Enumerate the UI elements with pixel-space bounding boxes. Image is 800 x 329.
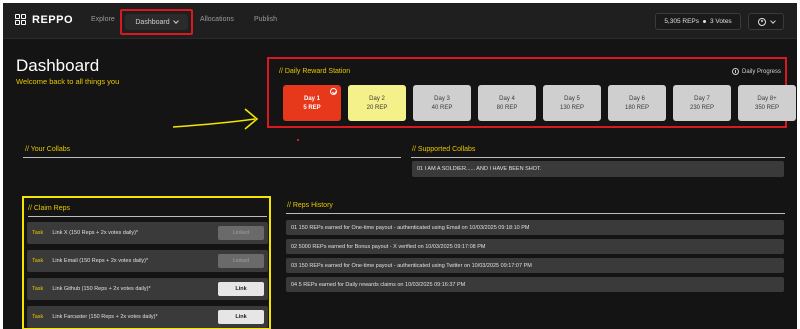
annotation-dot [297, 139, 299, 141]
task-label: Link Email (150 Reps + 2x votes daily)* [52, 258, 149, 264]
app-frame: REPPO Explore Dashboard Allocations Publ… [3, 3, 797, 329]
nav-allocations[interactable]: Allocations [200, 16, 234, 23]
task-row: Task Link Farcaster (150 Reps + 2x votes… [27, 306, 268, 328]
day-label: Day 5 [564, 95, 580, 102]
day-label: Day 6 [629, 95, 645, 102]
task-label: Link Farcaster (150 Reps + 2x votes dail… [52, 314, 158, 320]
reps-count: 5,305 REPs [664, 18, 699, 25]
day-label: Day 4 [499, 95, 515, 102]
brand-logo[interactable]: REPPO [15, 14, 73, 26]
annotation-arrow [172, 108, 259, 130]
user-icon [757, 17, 766, 26]
day-reward: 130 REP [559, 104, 584, 111]
task-row: Task Link X (150 Reps + 2x votes daily)*… [27, 222, 268, 244]
account-menu-button[interactable] [748, 13, 784, 30]
history-item: 03 150 REPs earned for One-time payout -… [286, 258, 784, 273]
linked-button[interactable]: Linked [218, 226, 264, 240]
reward-day-7[interactable]: Day 7 230 REP [673, 85, 731, 121]
top-nav: REPPO Explore Dashboard Allocations Publ… [3, 3, 797, 39]
day-reward: 180 REP [624, 104, 649, 111]
history-item: 04 5 REPs earned for Daily rewards claim… [286, 277, 784, 292]
day-label: Day 3 [434, 95, 450, 102]
daily-progress-link[interactable]: Daily Progress [731, 68, 781, 75]
divider [28, 216, 267, 217]
reward-day-5[interactable]: Day 5 130 REP [543, 85, 601, 121]
daily-reward-station: // Daily Reward Station Daily Progress D… [267, 57, 796, 128]
task-tag: Task [32, 286, 44, 292]
link-farcaster-button[interactable]: Link [218, 310, 264, 324]
reppo-logo-icon [15, 14, 27, 26]
day-reward: 80 REP [496, 104, 518, 111]
history-item: 01 150 REPs earned for One-time payout -… [286, 220, 784, 235]
reward-day-6[interactable]: Day 6 180 REP [608, 85, 666, 121]
history-item: 02 5000 REPs earned for Bonus payout - X… [286, 239, 784, 254]
linked-button[interactable]: Linked [218, 254, 264, 268]
reps-history-title: // Reps History [287, 202, 333, 209]
brand-name: REPPO [32, 14, 74, 26]
nav-dashboard-label: Dashboard [135, 18, 170, 26]
day-label: Day 8+ [757, 95, 777, 102]
nav-dashboard[interactable]: Dashboard [125, 14, 188, 30]
day-reward: 230 REP [689, 104, 714, 111]
task-row: Task Link Email (150 Reps + 2x votes dai… [27, 250, 268, 272]
check-icon [330, 88, 337, 95]
day-reward: 40 REP [431, 104, 453, 111]
reps-balance[interactable]: 5,305 REPs 3 Votes [655, 13, 741, 30]
day-reward: 350 REP [754, 104, 779, 111]
divider [411, 157, 785, 158]
day-reward: 5 REP [303, 104, 321, 111]
day-label: Day 2 [369, 95, 385, 102]
task-label: Link Github (150 Reps + 2x votes daily)* [52, 286, 151, 292]
separator-dot [703, 20, 706, 23]
reward-day-2[interactable]: Day 2 20 REP [348, 85, 406, 121]
votes-count: 3 Votes [710, 18, 732, 25]
task-row: Task Link Github (150 Reps + 2x votes da… [27, 278, 268, 300]
supported-collab-item[interactable]: 01 I AM A SOLDIER...... AND I HAVE BEEN … [412, 161, 784, 177]
task-label: Link X (150 Reps + 2x votes daily)* [52, 230, 139, 236]
reward-day-8[interactable]: Day 8+ 350 REP [738, 85, 796, 121]
your-collabs-title: // Your Collabs [25, 146, 71, 153]
chevron-down-icon [769, 17, 776, 24]
reward-day-1[interactable]: Day 1 5 REP [283, 85, 341, 121]
day-label: Day 7 [694, 95, 710, 102]
reward-day-4[interactable]: Day 4 80 REP [478, 85, 536, 121]
claim-reps-panel: // Claim Reps Task Link X (150 Reps + 2x… [22, 196, 271, 329]
reward-days: Day 1 5 REP Day 2 20 REP Day 3 40 REP Da… [283, 85, 796, 121]
reward-day-3[interactable]: Day 3 40 REP [413, 85, 471, 121]
task-tag: Task [32, 258, 44, 264]
chevron-down-icon [172, 18, 179, 24]
divider [286, 213, 785, 214]
day-reward: 20 REP [366, 104, 388, 111]
dashboard-annotation-box: Dashboard [120, 9, 193, 35]
nav-explore[interactable]: Explore [91, 16, 115, 23]
day-label: Day 1 [303, 95, 320, 102]
link-github-button[interactable]: Link [218, 282, 264, 296]
claim-reps-title: // Claim Reps [28, 205, 71, 212]
task-tag: Task [32, 230, 44, 236]
nav-publish[interactable]: Publish [254, 16, 277, 23]
clock-icon [731, 68, 739, 75]
daily-reward-title: // Daily Reward Station [279, 68, 351, 75]
daily-progress-label: Daily Progress [741, 68, 781, 75]
page-subtitle: Welcome back to all things you [16, 77, 120, 86]
task-tag: Task [32, 314, 44, 320]
supported-collabs-title: // Supported Collabs [412, 146, 476, 153]
divider [23, 157, 401, 158]
page-title: Dashboard [16, 56, 100, 75]
